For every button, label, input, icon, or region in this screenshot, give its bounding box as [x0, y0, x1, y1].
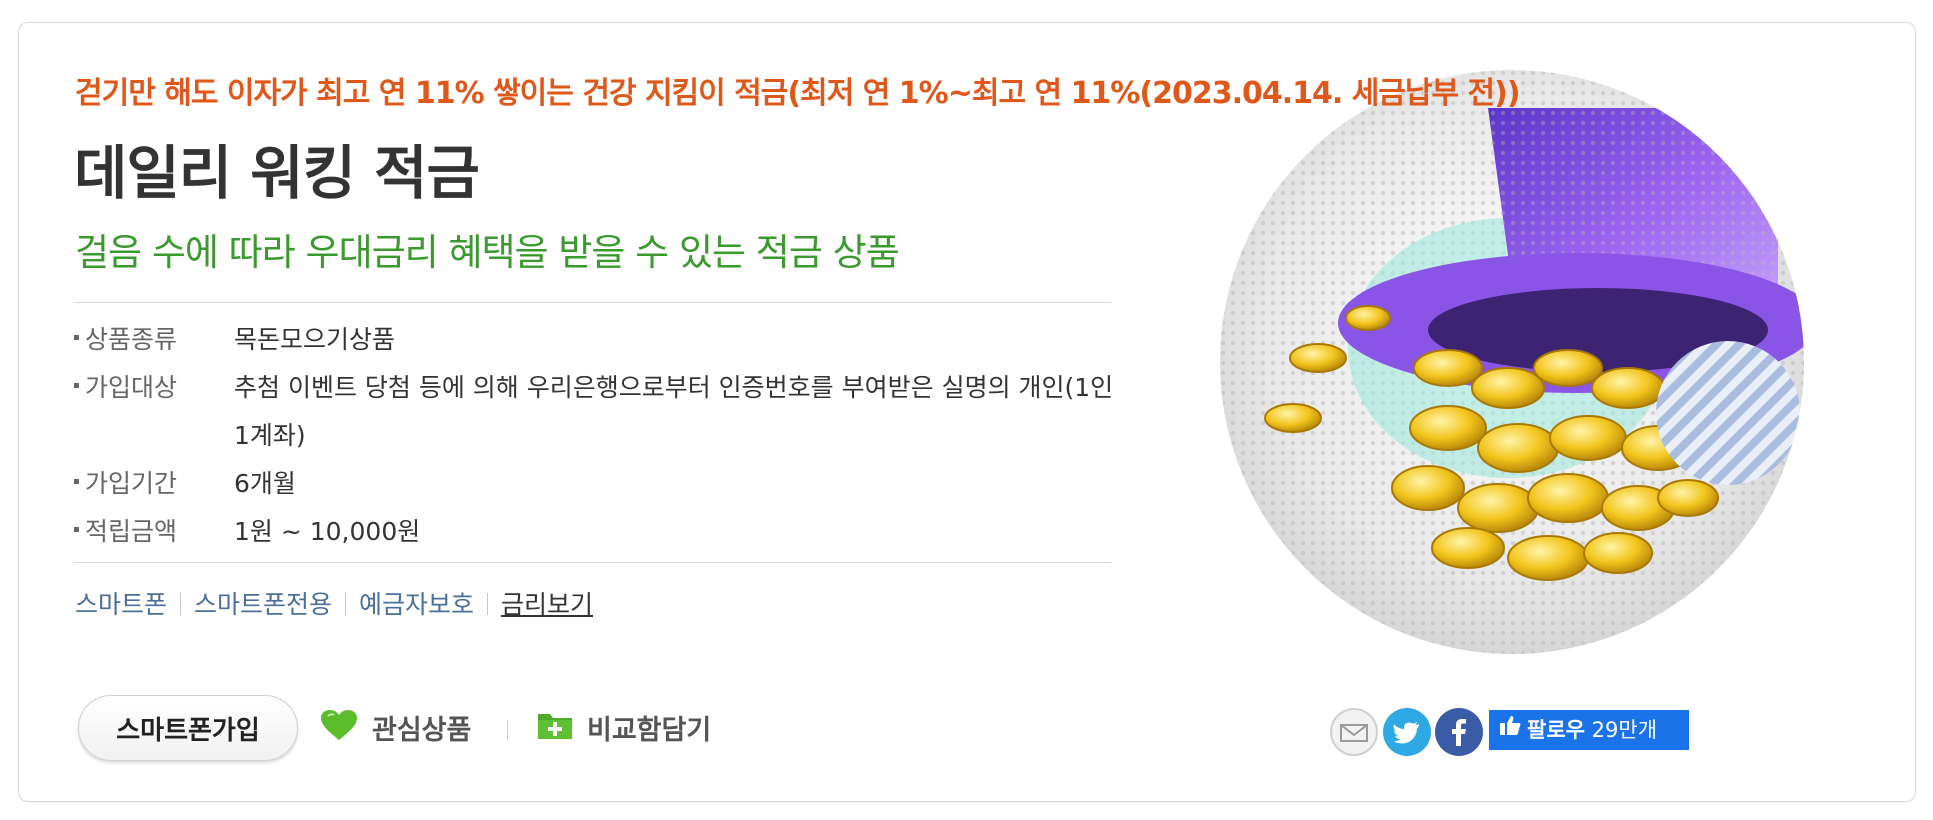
divider-top	[74, 302, 1111, 303]
action-separator	[507, 720, 508, 740]
follow-button[interactable]: 팔로우 29만개	[1489, 710, 1689, 750]
divider-bottom	[74, 562, 1111, 563]
product-tagline: 걷기만 해도 이자가 최고 연 11% 쌓이는 건강 지킴이 적금(최저 연 1…	[75, 76, 1521, 111]
compare-label: 비교함담기	[587, 715, 712, 746]
detail-row-period: 가입기간 6개월	[74, 460, 1114, 508]
thumbs-up-icon	[1499, 709, 1521, 749]
favorite-label: 관심상품	[372, 715, 472, 746]
folder-plus-icon	[537, 710, 573, 747]
detail-value: 6개월	[234, 469, 296, 498]
detail-label: 상품종류	[85, 325, 178, 354]
add-to-compare-button[interactable]: 비교함담기	[537, 708, 711, 750]
detail-row-type: 상품종류 목돈모으기상품	[74, 316, 1114, 364]
detail-value: 목돈모으기상품	[234, 325, 396, 354]
detail-row-amount: 적립금액 1원 ~ 10,000원	[74, 508, 1114, 556]
product-hero-image	[1220, 70, 1804, 654]
follow-label: 팔로우	[1527, 718, 1585, 742]
tag-smartphone: 스마트폰	[75, 590, 168, 619]
smartphone-join-button[interactable]: 스마트폰가입	[78, 695, 298, 761]
detail-label: 적립금액	[85, 517, 178, 546]
facebook-icon[interactable]	[1435, 708, 1483, 756]
follow-count: 29만개	[1591, 718, 1658, 742]
detail-row-eligibility: 가입대상 추첨 이벤트 당첨 등에 의해 우리은행으로부터 인증번호를 부여받은…	[74, 364, 1114, 460]
product-subtitle: 걸음 수에 따라 우대금리 혜택을 받을 수 있는 적금 상품	[75, 231, 900, 274]
twitter-icon[interactable]	[1383, 708, 1431, 756]
email-icon[interactable]	[1330, 708, 1378, 756]
tag-deposit-protection: 예금자보호	[359, 590, 475, 619]
product-title: 데일리 워킹 적금	[74, 139, 480, 207]
product-tags: 스마트폰 스마트폰전용 예금자보호 금리보기	[75, 585, 593, 621]
detail-value: 추첨 이벤트 당첨 등에 의해 우리은행으로부터 인증번호를 부여받은 실명의 …	[234, 373, 1114, 450]
heart-icon	[320, 709, 358, 748]
product-details: 상품종류 목돈모으기상품 가입대상 추첨 이벤트 당첨 등에 의해 우리은행으로…	[74, 316, 1114, 556]
detail-value: 1원 ~ 10,000원	[234, 517, 421, 546]
favorite-button[interactable]: 관심상품	[320, 708, 471, 751]
detail-label: 가입기간	[85, 469, 178, 498]
view-rates-link[interactable]: 금리보기	[501, 590, 593, 619]
detail-label: 가입대상	[85, 373, 178, 402]
tag-smartphone-only: 스마트폰전용	[194, 590, 333, 619]
